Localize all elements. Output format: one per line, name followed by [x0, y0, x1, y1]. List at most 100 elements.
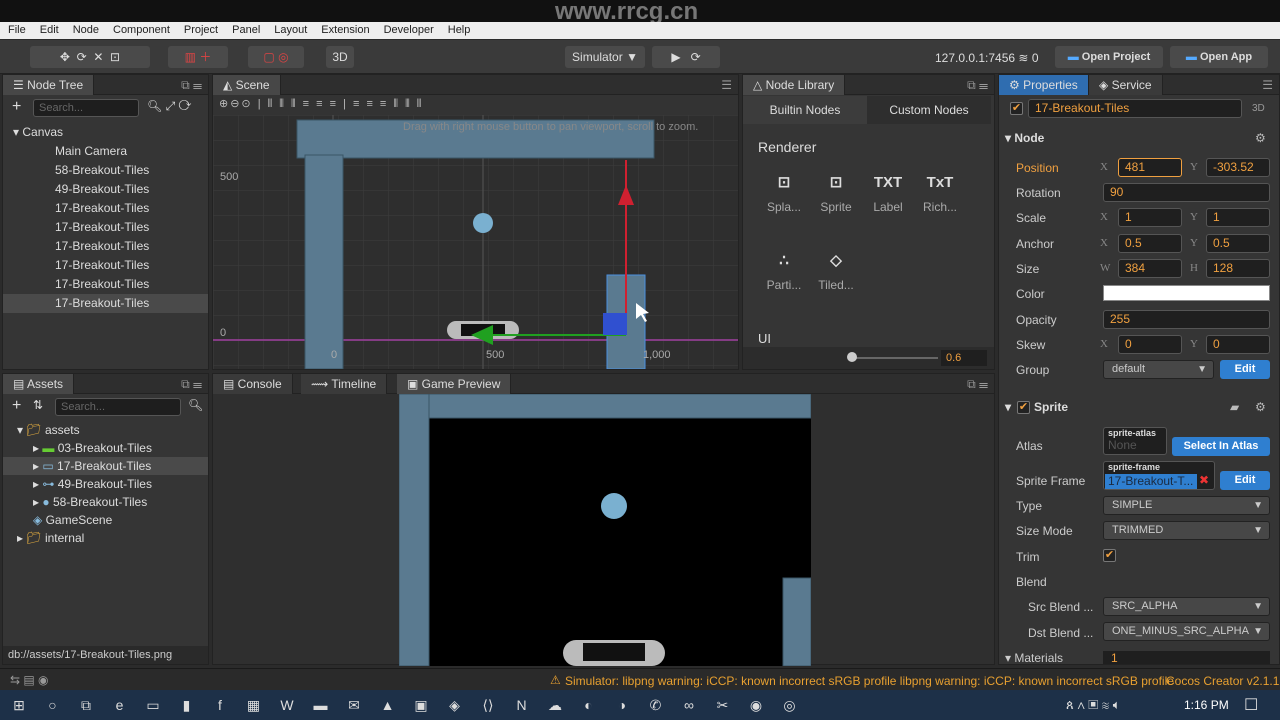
anchor-x-input[interactable]: 0.5: [1118, 234, 1182, 253]
gear-icon[interactable]: ⚙: [1255, 131, 1266, 145]
asset-item[interactable]: ▸ ▬ 03-Breakout-Tiles: [3, 439, 208, 457]
anchor-tools[interactable]: ▢ ◎: [248, 46, 304, 68]
color-swatch[interactable]: [1103, 285, 1270, 301]
sort-icon[interactable]: ⇅: [33, 398, 43, 412]
skew-y-input[interactable]: 0: [1206, 335, 1270, 354]
tree-item[interactable]: 17-Breakout-Tiles: [3, 275, 208, 294]
store-icon[interactable]: ▣: [412, 696, 430, 714]
expand-arrow-icon[interactable]: ▸: [33, 477, 42, 491]
node-name-input[interactable]: 17-Breakout-Tiles: [1028, 99, 1242, 118]
expand-arrow-icon[interactable]: ▸: [33, 441, 42, 455]
explorer-icon[interactable]: ▬: [312, 696, 330, 714]
trim-checkbox[interactable]: ✔: [1103, 549, 1116, 562]
code-icon[interactable]: ⟨⟩: [479, 696, 497, 714]
position-y-input[interactable]: -303.52: [1206, 158, 1270, 177]
tab-properties[interactable]: ⚙ Properties: [999, 75, 1089, 95]
vlc-icon[interactable]: ▲: [379, 696, 397, 714]
node-section-header[interactable]: ▾ Node: [1005, 131, 1044, 145]
notifications-icon[interactable]: ☐: [1244, 695, 1258, 715]
mail-icon[interactable]: ✉: [345, 696, 363, 714]
sprite-enabled-checkbox[interactable]: ✔: [1017, 401, 1030, 414]
size-mode-select[interactable]: TRIMMED: [1103, 521, 1270, 540]
expand-arrow-icon[interactable]: ▾: [17, 423, 26, 437]
firefox-dev-icon[interactable]: ◑: [613, 696, 631, 714]
cocos-icon[interactable]: ◎: [781, 696, 799, 714]
tab-assets[interactable]: ▤ Assets: [3, 374, 75, 394]
search-icon[interactable]: 🔍︎ ⤢ ⟳: [147, 99, 191, 114]
position-x-input[interactable]: 481: [1118, 158, 1182, 177]
zoom-value[interactable]: 0.6: [941, 350, 987, 366]
asset-item[interactable]: ◈ GameScene: [3, 511, 208, 529]
tab-game-preview[interactable]: ▣ Game Preview: [397, 374, 512, 394]
open-app-button[interactable]: ▬ Open App: [1170, 46, 1268, 68]
asset-item[interactable]: ▸ ▭ 17-Breakout-Tiles: [3, 457, 208, 475]
menu-component[interactable]: Component: [113, 22, 170, 39]
zoom-slider-handle[interactable]: [847, 352, 857, 362]
tree-item[interactable]: 49-Breakout-Tiles: [3, 180, 208, 199]
tab-node-library[interactable]: △ Node Library: [743, 75, 846, 95]
menu-extension[interactable]: Extension: [321, 22, 369, 39]
clock[interactable]: 1:16 PM: [1184, 698, 1229, 712]
library-item[interactable]: TXT Label: [863, 166, 913, 214]
book-icon[interactable]: ▰: [1230, 400, 1239, 414]
app-icon[interactable]: ∞: [680, 696, 698, 714]
materials-count[interactable]: 1: [1103, 651, 1270, 664]
scene-align-toolbar[interactable]: ⊕⊖⊙ | ⫴ ⫴ ⫴ ≡ ≡ ≡ | ≡ ≡ ≡ ⫴ ⫴ ⫴: [219, 97, 423, 111]
menu-developer[interactable]: Developer: [384, 22, 434, 39]
facebook-icon[interactable]: f: [211, 696, 229, 714]
sprite-frame-field[interactable]: sprite-frame 17-Breakout-T... ✖: [1103, 461, 1215, 490]
tab-scene[interactable]: ◭ Scene: [213, 75, 281, 95]
add-node-icon[interactable]: +: [12, 98, 21, 116]
select-in-atlas-button[interactable]: Select In Atlas: [1172, 437, 1270, 456]
expand-arrow-icon[interactable]: ▸: [17, 531, 26, 545]
src-blend-select[interactable]: SRC_ALPHA: [1103, 597, 1270, 616]
size-w-input[interactable]: 384: [1118, 259, 1182, 278]
menu-layout[interactable]: Layout: [274, 22, 307, 39]
clear-icon[interactable]: ✖: [1199, 473, 1209, 487]
panel-menu-icon[interactable]: ☰: [721, 78, 732, 92]
search-icon[interactable]: ○: [44, 696, 62, 714]
status-icons[interactable]: ⇆ ▤ ◉: [10, 673, 49, 687]
open-project-button[interactable]: ▬ Open Project: [1055, 46, 1163, 68]
edge-icon[interactable]: e: [111, 696, 129, 714]
tab-node-tree[interactable]: ☰ Node Tree: [3, 75, 95, 95]
panel-menu-icon[interactable]: ⧉ ☰: [967, 377, 988, 392]
menu-edit[interactable]: Edit: [40, 22, 59, 39]
tree-item[interactable]: 17-Breakout-Tiles: [3, 218, 208, 237]
tab-timeline[interactable]: ⟿ Timeline: [301, 374, 388, 394]
tree-item[interactable]: 58-Breakout-Tiles: [3, 161, 208, 180]
transform-tools[interactable]: ✥ ⟳ ✕ ⊡: [30, 46, 150, 68]
whatsapp-icon[interactable]: ✆: [647, 696, 665, 714]
add-asset-icon[interactable]: +: [12, 397, 21, 415]
tray-icons[interactable]: ጰ ∧ ▣ ≋ 🔈︎: [1066, 697, 1121, 713]
onenote-icon[interactable]: N: [513, 696, 531, 714]
record-icon[interactable]: ◉: [747, 696, 765, 714]
windows-start-icon[interactable]: ⊞: [10, 696, 28, 714]
snip-icon[interactable]: ✂: [714, 696, 732, 714]
refresh-icon[interactable]: ⟳: [691, 50, 701, 64]
type-select[interactable]: SIMPLE: [1103, 496, 1270, 515]
tab-custom-nodes[interactable]: Custom Nodes: [867, 96, 991, 124]
menu-node[interactable]: Node: [73, 22, 99, 39]
scale-y-input[interactable]: 1: [1206, 208, 1270, 227]
rotation-input[interactable]: 90: [1103, 183, 1270, 202]
play-controls[interactable]: ▶ ⟳: [652, 46, 720, 68]
opacity-input[interactable]: 255: [1103, 310, 1270, 329]
tab-builtin-nodes[interactable]: Builtin Nodes: [743, 96, 867, 124]
menu-file[interactable]: File: [8, 22, 26, 39]
tree-item[interactable]: Main Camera: [3, 142, 208, 161]
terminal-icon[interactable]: ▭: [144, 696, 162, 714]
search-icon[interactable]: 🔍︎: [188, 398, 203, 412]
expand-arrow-icon[interactable]: ▸: [33, 495, 42, 509]
library-item[interactable]: ⊡ Sprite: [811, 166, 861, 214]
pivot-tools[interactable]: ▥ ＋: [168, 46, 228, 68]
calculator-icon[interactable]: ▦: [245, 696, 263, 714]
menu-help[interactable]: Help: [448, 22, 471, 39]
asset-item[interactable]: ▸ 📁︎ internal: [3, 529, 208, 547]
panel-menu-icon[interactable]: ⧉ ☰: [181, 78, 202, 93]
tab-service[interactable]: ◈ Service: [1089, 75, 1163, 95]
app-icon[interactable]: ◈: [446, 696, 464, 714]
library-item[interactable]: TxT Rich...: [915, 166, 965, 214]
tree-item[interactable]: 17-Breakout-Tiles: [3, 199, 208, 218]
skew-x-input[interactable]: 0: [1118, 335, 1182, 354]
